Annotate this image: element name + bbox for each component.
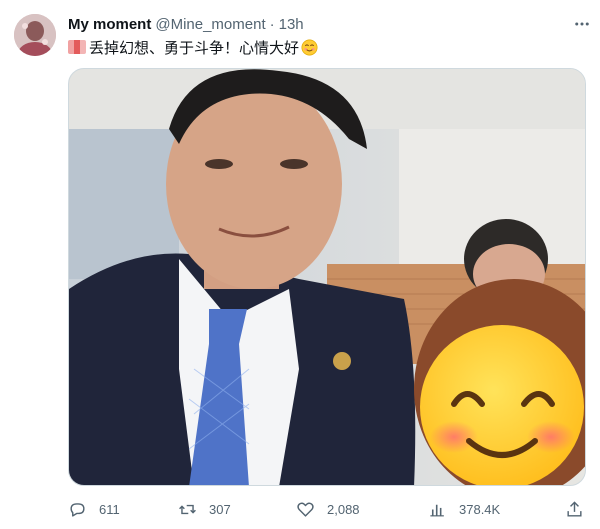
tweet-photo[interactable]: [68, 68, 586, 486]
more-options-button[interactable]: [570, 12, 594, 36]
share-icon: [567, 500, 582, 517]
user-handle[interactable]: @Mine_moment: [155, 16, 265, 33]
reply-icon: [70, 502, 85, 517]
avatar[interactable]: [14, 14, 56, 56]
tweet-card[interactable]: My moment @Mine_moment · 13h 丢掉幻想、勇于斗争！心…: [0, 0, 600, 529]
retweet-button[interactable]: 307: [178, 497, 231, 521]
tweet-header: My moment @Mine_moment · 13h: [68, 14, 580, 34]
display-name[interactable]: My moment: [68, 16, 151, 33]
reply-count: 611: [99, 501, 120, 517]
views-button[interactable]: 378.4K: [428, 497, 500, 521]
views-count: 378.4K: [459, 501, 501, 517]
separator-dot: ·: [269, 15, 275, 33]
retweet-icon: [179, 504, 196, 514]
tweet-body: 丢掉幻想、勇于斗争！心情大好: [89, 39, 300, 57]
like-button[interactable]: 2,088: [296, 497, 360, 521]
smiling-face-emoji-icon: [301, 39, 318, 55]
retweet-count: 307: [209, 501, 231, 517]
tweet-actions: 611 307 2,088 378.4K: [68, 497, 588, 521]
avatar-image: [14, 14, 56, 56]
reply-button[interactable]: 611: [68, 497, 120, 521]
tweet-text: 丢掉幻想、勇于斗争！心情大好: [68, 36, 318, 58]
like-count: 2,088: [327, 501, 360, 517]
censored-emoji-icon: [68, 40, 86, 54]
share-button[interactable]: [565, 497, 584, 521]
more-horizontal-icon: [575, 22, 589, 26]
photo-image: [69, 69, 585, 485]
heart-icon: [297, 502, 314, 517]
timestamp[interactable]: 13h: [279, 16, 304, 33]
analytics-icon: [430, 504, 444, 516]
